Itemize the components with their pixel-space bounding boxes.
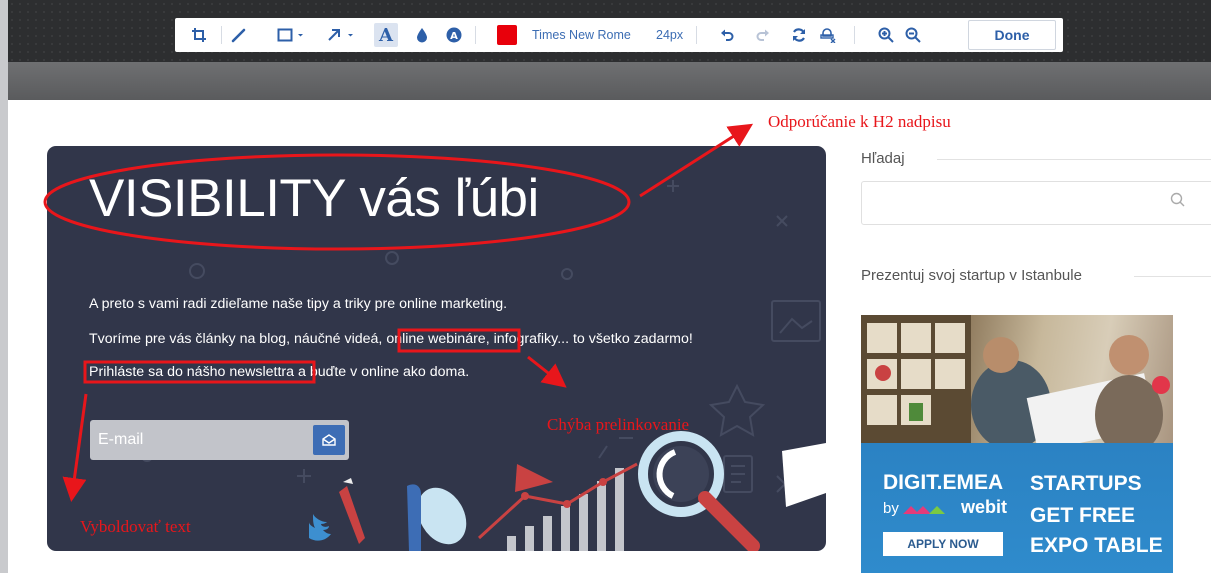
- hero-text: a buďte v online ako doma.: [294, 364, 470, 380]
- annotation-bold-note: Vyboldovať text: [80, 517, 191, 536]
- toolbar-divider: [221, 26, 222, 44]
- envelope-icon: [322, 434, 336, 446]
- blur-region-icon[interactable]: A: [443, 18, 465, 52]
- newsletter-form: [90, 420, 349, 460]
- reset-icon[interactable]: [788, 18, 810, 52]
- sponsor-banner[interactable]: DIGIT.EMEA by webit APPLY NOW STARTUPS G…: [861, 315, 1173, 573]
- toolbar-divider: [696, 26, 697, 44]
- toolbar-divider: [475, 26, 476, 44]
- undo-icon[interactable]: [717, 18, 737, 52]
- divider: [937, 159, 1211, 160]
- hero-banner: VISIBILITY vás ľúbi A preto s vami radi …: [47, 146, 826, 551]
- ad-line-3: EXPO TABLE: [1030, 534, 1163, 557]
- editor-frame-band: [8, 62, 1211, 100]
- zoom-in-icon[interactable]: [875, 18, 897, 52]
- search-input[interactable]: [862, 182, 1162, 224]
- pen-icon[interactable]: [227, 18, 249, 52]
- annotation-toolbar: A A Times New Rome 24px Done: [175, 18, 1063, 52]
- hero-title: VISIBILITY vás ľúbi: [89, 169, 539, 228]
- ad-title: DIGIT.EMEA: [883, 471, 1004, 494]
- redo-icon[interactable]: [753, 18, 773, 52]
- rectangle-icon[interactable]: [275, 18, 309, 52]
- divider: [1134, 276, 1211, 277]
- hero-text-newsletter: Prihláste sa do nášho newslettra: [89, 364, 295, 380]
- editor-frame-left: [0, 0, 8, 573]
- ad-photo-illustration: [861, 315, 1170, 455]
- text-icon[interactable]: A: [374, 23, 398, 47]
- promo-label: Prezentuj svoj startup v Istanbule: [861, 267, 1082, 284]
- ad-by: by: [883, 500, 899, 517]
- clear-icon[interactable]: [815, 18, 841, 52]
- ad-brand: webit: [961, 497, 1008, 517]
- hero-text: Tvoríme pre vás články na blog, náučné v…: [89, 331, 387, 347]
- apply-now-button[interactable]: APPLY NOW: [883, 532, 1003, 556]
- search-label: Hľadaj: [861, 150, 905, 167]
- hero-text: infografiky... to všetko zadarmo!: [489, 331, 693, 347]
- hero-text-line-2: Tvoríme pre vás články na blog, náučné v…: [89, 331, 693, 347]
- email-input[interactable]: [90, 420, 308, 460]
- annotation-link-note: Chýba prelinkovanie: [547, 415, 690, 434]
- annotation-h2-note: Odporúčanie k H2 nadpisu: [768, 112, 951, 131]
- done-button[interactable]: Done: [968, 20, 1056, 50]
- crop-icon[interactable]: [187, 18, 211, 52]
- toolbar-divider: [854, 26, 855, 44]
- color-swatch[interactable]: [497, 25, 517, 45]
- font-family-select[interactable]: Times New Rome: [532, 18, 631, 52]
- ad-photo: [861, 315, 1173, 455]
- hero-text-line-1: A preto s vami radi zdieľame naše tipy a…: [89, 296, 508, 312]
- ad-line-2: GET FREE: [1030, 504, 1136, 527]
- font-size-select[interactable]: 24px: [656, 18, 683, 52]
- ad-line-1: STARTUPS: [1030, 472, 1142, 495]
- hero-text-webinars: online webináre,: [386, 331, 490, 347]
- search-icon[interactable]: [1170, 192, 1186, 208]
- subscribe-button[interactable]: [313, 425, 345, 455]
- svg-text:A: A: [450, 31, 458, 42]
- webit-logo-icon: [903, 506, 945, 514]
- search-box: [861, 181, 1211, 225]
- zoom-out-icon[interactable]: [902, 18, 924, 52]
- blur-icon[interactable]: [412, 18, 432, 52]
- arrow-icon[interactable]: [325, 18, 359, 52]
- hero-text-line-3: Prihláste sa do nášho newslettra a buďte…: [89, 364, 469, 380]
